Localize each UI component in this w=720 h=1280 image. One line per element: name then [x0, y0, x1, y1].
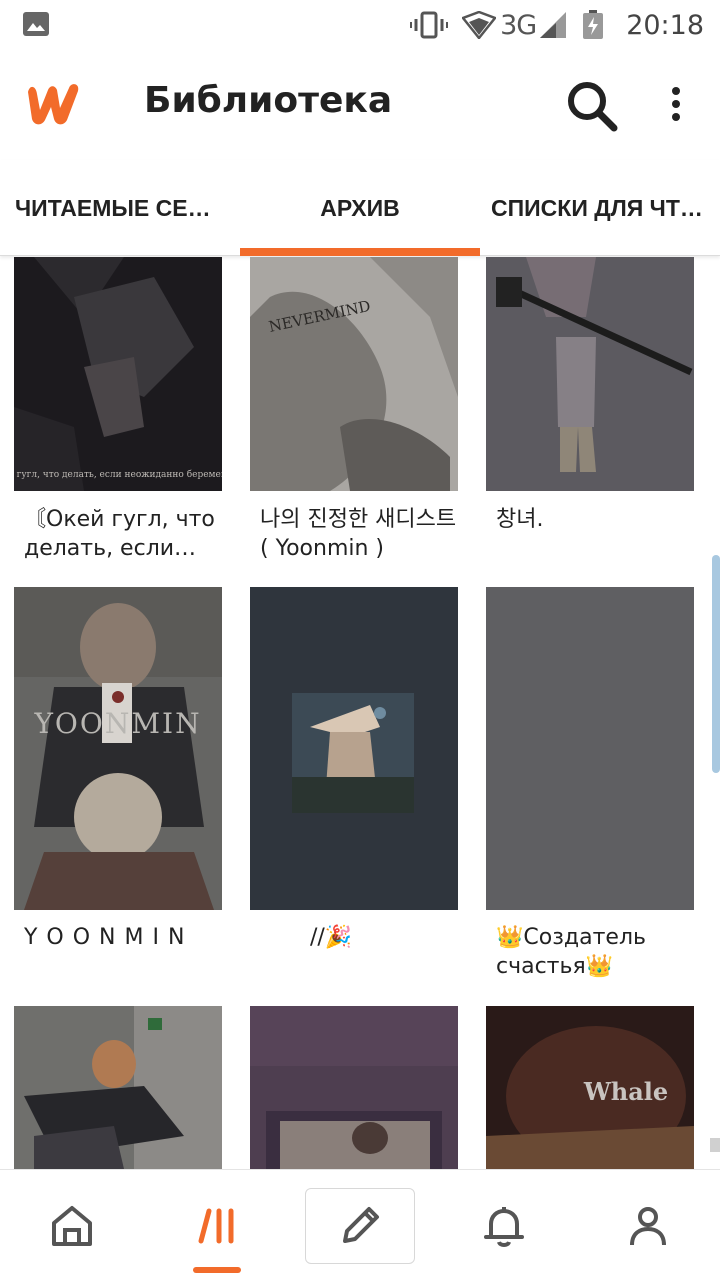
story-card[interactable]: 창녀.: [486, 257, 694, 567]
library-tabs: ЧИТАЕМЫЕ СЕЙЧАС АРХИВ СПИСКИ ДЛЯ ЧТЕНИЯ: [0, 160, 720, 256]
story-cover: NEVERMIND: [250, 257, 458, 491]
story-card[interactable]: Whale: [486, 1006, 694, 1169]
wattpad-logo[interactable]: [22, 80, 90, 128]
nav-library[interactable]: [170, 1170, 266, 1280]
gallery-icon: [23, 12, 49, 36]
scrollbar-thumb[interactable]: [712, 555, 720, 773]
story-card[interactable]: [14, 1006, 222, 1169]
profile-icon: [630, 1206, 666, 1245]
home-icon: [52, 1205, 92, 1246]
story-title: 창녀.: [496, 507, 544, 532]
story-title: Y O O N M I N: [24, 925, 186, 950]
write-icon: [343, 1206, 379, 1243]
story-title: 나의 진정한 새디스트 ( Yoonmin ): [260, 507, 457, 561]
story-cover: [486, 257, 694, 491]
story-cover: Whale: [486, 1006, 694, 1169]
story-card[interactable]: YOONMIN Y O O N M I N: [14, 587, 222, 987]
story-cover: YOONMIN: [14, 587, 222, 910]
app-bar: Библиотека: [0, 50, 720, 160]
story-cover: [250, 1006, 458, 1169]
story-cover: [486, 587, 694, 910]
story-card[interactable]: [250, 1006, 458, 1169]
cover-text: Whale: [583, 1077, 668, 1106]
library-icon: [198, 1208, 234, 1243]
story-title: 👑Создатель счастья👑: [496, 925, 646, 979]
more-vert-icon[interactable]: [660, 82, 692, 130]
nav-home[interactable]: [24, 1170, 120, 1280]
fast-scroll-handle[interactable]: [710, 1138, 720, 1152]
story-cover: [14, 1006, 222, 1169]
network-type: 3G: [500, 9, 537, 41]
vibrate-icon: [410, 11, 449, 39]
clock: 20:18: [626, 9, 704, 41]
story-card[interactable]: NEVERMIND 나의 진정한 새디스트 ( Yoonmin ): [250, 257, 458, 567]
bottom-navigation: [0, 1169, 720, 1280]
wifi-icon: [462, 11, 497, 39]
nav-write[interactable]: [305, 1170, 415, 1280]
battery-icon: [583, 10, 604, 39]
tab-reading-lists[interactable]: СПИСКИ ДЛЯ ЧТЕНИЯ: [480, 160, 720, 256]
page-title: Библиотека: [144, 80, 393, 121]
signal-icon: [540, 12, 567, 38]
story-title: 〘Окей гугл, что делать, если не...: [24, 507, 215, 561]
cover-text: Окей гугл, что делать, если неожиданно б…: [14, 469, 222, 480]
story-card[interactable]: 👑Создатель счастья👑: [486, 587, 694, 987]
story-cover: Окей гугл, что делать, если неожиданно б…: [14, 257, 222, 491]
status-bar: 3G 20:18: [0, 0, 720, 50]
search-icon[interactable]: [564, 78, 620, 134]
story-card[interactable]: Окей гугл, что делать, если неожиданно б…: [14, 257, 222, 567]
tab-indicator: [240, 248, 480, 256]
cover-text: YOONMIN: [33, 707, 201, 740]
write-button-frame: [305, 1187, 415, 1264]
tab-archive[interactable]: АРХИВ: [240, 160, 480, 256]
story-card[interactable]: //🎉: [250, 587, 458, 987]
active-nav-indicator: [193, 1267, 241, 1273]
story-cover: [250, 587, 458, 910]
notifications-icon: [484, 1206, 524, 1247]
tab-reading-now[interactable]: ЧИТАЕМЫЕ СЕЙЧАС: [0, 160, 240, 256]
story-title: //🎉: [310, 925, 353, 950]
story-grid: Окей гугл, что делать, если неожиданно б…: [0, 257, 720, 1169]
nav-profile[interactable]: [600, 1170, 696, 1280]
nav-notifications[interactable]: [456, 1170, 552, 1280]
